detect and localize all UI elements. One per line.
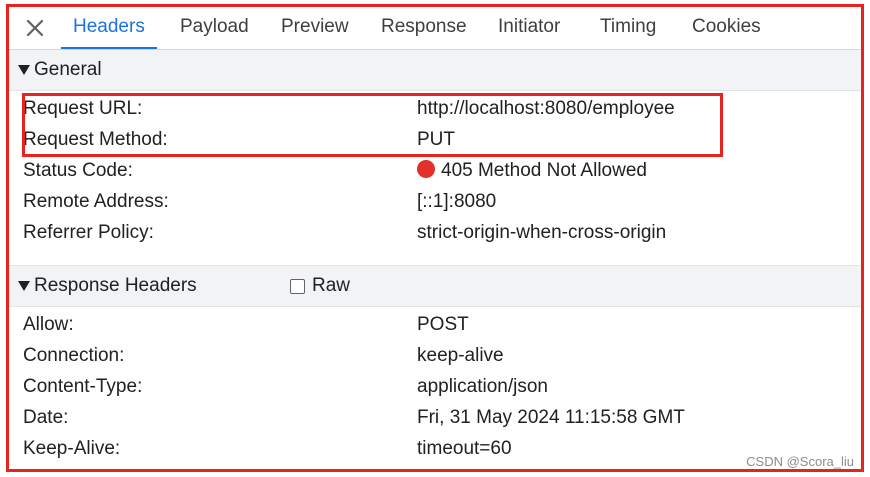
header-key: Request Method: (23, 129, 168, 150)
tab-timing[interactable]: Timing (588, 7, 668, 49)
response-row-content-type: Content-Type: application/json (9, 371, 861, 402)
status-error-icon (417, 160, 435, 178)
tab-initiator[interactable]: Initiator (486, 7, 572, 49)
watermark: CSDN @Scora_liu (744, 454, 856, 469)
header-value[interactable]: timeout=60 (417, 433, 512, 464)
header-key: Connection: (23, 345, 125, 366)
close-icon[interactable] (22, 15, 48, 41)
header-value[interactable]: keep-alive (417, 340, 504, 371)
response-headers-section-header[interactable]: Response Headers Raw (9, 265, 861, 307)
general-row-request-url: Request URL: http://localhost:8080/emplo… (9, 93, 861, 124)
header-key: Keep-Alive: (23, 438, 121, 459)
general-section-header[interactable]: General (9, 50, 861, 91)
general-row-status-code: Status Code: 405 Method Not Allowed (9, 155, 861, 186)
header-key: Request URL: (23, 98, 143, 119)
header-key: Allow: (23, 314, 74, 335)
header-key: Transfer-Encoding: (23, 464, 184, 469)
general-section-title: General (34, 59, 102, 80)
general-row-remote-address: Remote Address: [::1]:8080 (9, 186, 861, 217)
triangle-down-icon (18, 281, 30, 291)
header-value[interactable]: [::1]:8080 (417, 186, 496, 217)
tab-response[interactable]: Response (369, 7, 479, 49)
header-value[interactable]: POST (417, 309, 469, 340)
header-value[interactable]: 405 Method Not Allowed (417, 155, 647, 186)
header-value[interactable]: Fri, 31 May 2024 11:15:58 GMT (417, 402, 685, 433)
header-key: Status Code: (23, 160, 133, 181)
header-value[interactable]: strict-origin-when-cross-origin (417, 217, 666, 248)
header-value[interactable]: chunked (417, 464, 489, 469)
tab-payload[interactable]: Payload (168, 7, 261, 49)
header-key: Remote Address: (23, 191, 169, 212)
header-key: Content-Type: (23, 376, 143, 397)
tab-preview[interactable]: Preview (269, 7, 361, 49)
response-row-date: Date: Fri, 31 May 2024 11:15:58 GMT (9, 402, 861, 433)
header-key: Date: (23, 407, 69, 428)
header-value[interactable]: PUT (417, 124, 455, 155)
tab-headers[interactable]: Headers (61, 7, 157, 49)
status-code-text: 405 Method Not Allowed (441, 160, 647, 181)
response-row-connection: Connection: keep-alive (9, 340, 861, 371)
response-row-transfer-encoding: Transfer-Encoding: chunked (9, 464, 861, 469)
response-headers-section-title: Response Headers (34, 275, 197, 296)
general-row-referrer-policy: Referrer Policy: strict-origin-when-cros… (9, 217, 861, 248)
raw-label: Raw (312, 275, 351, 296)
general-row-request-method: Request Method: PUT (9, 124, 861, 155)
response-row-keep-alive: Keep-Alive: timeout=60 (9, 433, 861, 464)
response-row-allow: Allow: POST (9, 309, 861, 340)
tab-bar: Headers Payload Preview Response Initiat… (9, 7, 861, 50)
tab-cookies[interactable]: Cookies (680, 7, 773, 49)
network-details-panel: Headers Payload Preview Response Initiat… (6, 4, 864, 472)
header-value[interactable]: http://localhost:8080/employee (417, 93, 675, 124)
triangle-down-icon (18, 65, 30, 75)
raw-checkbox[interactable] (290, 278, 305, 294)
header-value[interactable]: application/json (417, 371, 548, 402)
raw-toggle[interactable]: Raw (290, 266, 350, 306)
header-key: Referrer Policy: (23, 222, 154, 243)
